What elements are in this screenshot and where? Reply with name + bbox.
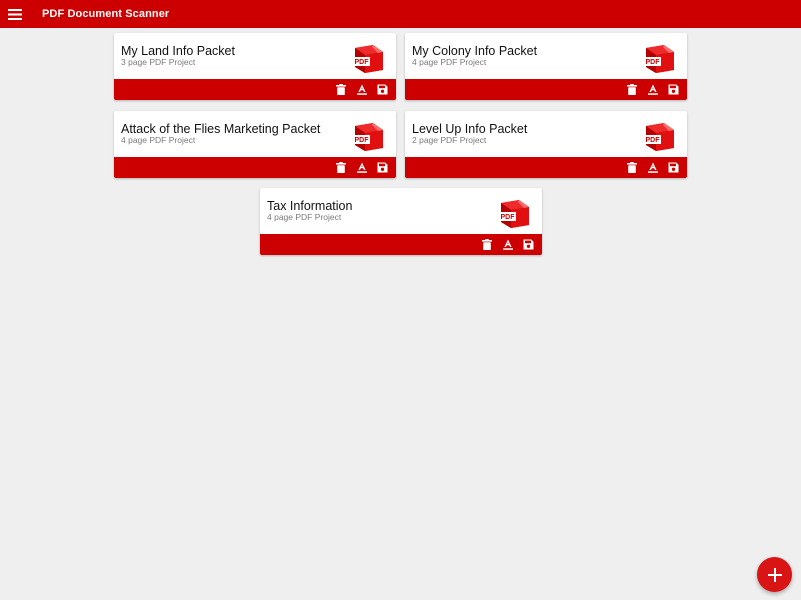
svg-text:PDF: PDF [501, 214, 516, 221]
delete-button[interactable] [624, 82, 639, 97]
trash-icon [335, 162, 346, 173]
svg-text:PDF: PDF [646, 59, 661, 66]
project-subtitle: 4 page PDF Project [121, 135, 196, 145]
project-card[interactable]: My Land Info Packet 3 page PDF Project P… [114, 33, 396, 100]
rename-icon [647, 162, 658, 173]
delete-button[interactable] [479, 237, 494, 252]
svg-text:PDF: PDF [646, 137, 661, 144]
save-icon [523, 239, 534, 250]
project-card[interactable]: Tax Information 4 page PDF Project PDF [260, 188, 542, 255]
rename-button[interactable] [500, 237, 515, 252]
project-card-body[interactable]: Level Up Info Packet 2 page PDF Project … [405, 111, 687, 157]
project-actions-bar [405, 79, 687, 100]
app-bar: PDF Document Scanner [0, 0, 801, 28]
project-card[interactable]: My Colony Info Packet 4 page PDF Project… [405, 33, 687, 100]
project-card[interactable]: Level Up Info Packet 2 page PDF Project … [405, 111, 687, 178]
pdf-file-icon: PDF [353, 123, 383, 151]
delete-button[interactable] [333, 160, 348, 175]
trash-icon [481, 239, 492, 250]
svg-text:PDF: PDF [355, 59, 370, 66]
project-title: Tax Information [267, 199, 353, 213]
project-card-body[interactable]: Attack of the Flies Marketing Packet 4 p… [114, 111, 396, 157]
project-title: My Colony Info Packet [412, 44, 538, 58]
project-card-body[interactable]: My Land Info Packet 3 page PDF Project P… [114, 33, 396, 79]
add-project-button[interactable] [757, 557, 792, 592]
project-title: Attack of the Flies Marketing Packet [121, 122, 321, 136]
rename-icon [356, 162, 367, 173]
delete-button[interactable] [624, 160, 639, 175]
rename-icon [502, 239, 513, 250]
pdf-file-icon: PDF [644, 123, 674, 151]
project-subtitle: 2 page PDF Project [412, 135, 487, 145]
pdf-file-icon: PDF [499, 200, 529, 228]
save-button[interactable] [375, 82, 390, 97]
rename-button[interactable] [645, 160, 660, 175]
project-actions-bar [114, 157, 396, 178]
save-button[interactable] [666, 160, 681, 175]
project-card-body[interactable]: My Colony Info Packet 4 page PDF Project… [405, 33, 687, 79]
project-card-body[interactable]: Tax Information 4 page PDF Project PDF [260, 188, 542, 234]
menu-button[interactable] [1, 0, 29, 28]
rename-button[interactable] [354, 82, 369, 97]
menu-icon [8, 8, 22, 20]
plus-icon [767, 567, 782, 582]
project-subtitle: 4 page PDF Project [267, 212, 342, 222]
project-actions-bar [405, 157, 687, 178]
save-button[interactable] [521, 237, 536, 252]
save-icon [668, 84, 679, 95]
save-icon [377, 162, 388, 173]
project-actions-bar [260, 234, 542, 255]
save-button[interactable] [375, 160, 390, 175]
svg-text:PDF: PDF [355, 137, 370, 144]
rename-button[interactable] [354, 160, 369, 175]
project-card[interactable]: Attack of the Flies Marketing Packet 4 p… [114, 111, 396, 178]
trash-icon [335, 84, 346, 95]
save-icon [668, 162, 679, 173]
trash-icon [626, 162, 637, 173]
pdf-file-icon: PDF [353, 45, 383, 73]
rename-icon [356, 84, 367, 95]
project-title: Level Up Info Packet [412, 122, 528, 136]
project-title: My Land Info Packet [121, 44, 235, 58]
project-subtitle: 3 page PDF Project [121, 57, 196, 67]
save-icon [377, 84, 388, 95]
app-title: PDF Document Scanner [42, 8, 170, 20]
save-button[interactable] [666, 82, 681, 97]
project-actions-bar [114, 79, 396, 100]
pdf-file-icon: PDF [644, 45, 674, 73]
rename-icon [647, 84, 658, 95]
rename-button[interactable] [645, 82, 660, 97]
project-subtitle: 4 page PDF Project [412, 57, 487, 67]
delete-button[interactable] [333, 82, 348, 97]
trash-icon [626, 84, 637, 95]
